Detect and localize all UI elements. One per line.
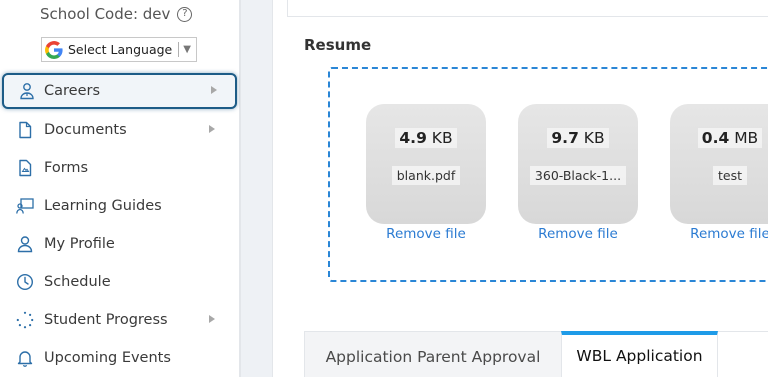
bell-icon bbox=[17, 351, 33, 367]
file-preview: 0.4 MB test Remove file bbox=[670, 104, 768, 242]
remove-file-link[interactable]: Remove file bbox=[670, 226, 768, 242]
sidebar-item-label: Forms bbox=[44, 160, 89, 176]
document-icon bbox=[19, 121, 32, 139]
file-thumbnail: 4.9 KB blank.pdf bbox=[366, 104, 486, 224]
file-size: 4.9 KB bbox=[395, 128, 457, 148]
sidebar-item-documents[interactable]: Documents bbox=[0, 112, 238, 148]
tab-wbl-application[interactable]: WBL Application bbox=[561, 331, 718, 377]
school-code-text: School Code: dev bbox=[40, 5, 171, 23]
help-icon[interactable]: ? bbox=[177, 6, 193, 22]
main-content: Resume 4.9 KB blank.pdf Remove file 9.7 … bbox=[272, 0, 768, 377]
clock-icon bbox=[16, 273, 34, 291]
sidebar-item-student-progress[interactable]: Student Progress bbox=[0, 302, 238, 338]
file-preview: 9.7 KB 360-Black-1... Remove file bbox=[518, 104, 638, 242]
sidebar-item-label: Upcoming Events bbox=[44, 350, 171, 366]
user-icon bbox=[17, 236, 33, 253]
file-name: blank.pdf bbox=[391, 166, 461, 185]
remove-file-link[interactable]: Remove file bbox=[366, 226, 486, 242]
tab-application-parent-approval[interactable]: Application Parent Approval bbox=[304, 332, 561, 377]
sidebar-item-my-profile[interactable]: My Profile bbox=[0, 226, 238, 262]
teacher-board-icon bbox=[16, 198, 34, 214]
file-preview: 4.9 KB blank.pdf Remove file bbox=[366, 104, 486, 242]
dropdown-arrow-icon: ▼ bbox=[183, 44, 191, 55]
career-person-icon bbox=[20, 83, 34, 100]
sidebar-item-label: Student Progress bbox=[44, 312, 168, 328]
sidebar-item-forms[interactable]: Forms bbox=[0, 150, 238, 186]
sidebar-item-schedule[interactable]: Schedule bbox=[0, 264, 238, 300]
remove-file-link[interactable]: Remove file bbox=[518, 226, 638, 242]
file-size: 9.7 KB bbox=[547, 128, 609, 148]
sidebar-item-label: Schedule bbox=[44, 274, 111, 290]
form-icon bbox=[19, 159, 32, 177]
file-thumbnail: 0.4 MB test bbox=[670, 104, 768, 224]
chevron-right-icon bbox=[211, 86, 217, 94]
chevron-right-icon bbox=[209, 315, 215, 323]
google-icon bbox=[45, 40, 63, 59]
sidebar-item-label: Learning Guides bbox=[44, 198, 162, 214]
previous-section-card bbox=[287, 0, 768, 17]
file-thumbnail: 9.7 KB 360-Black-1... bbox=[518, 104, 638, 224]
file-name: test bbox=[712, 166, 747, 185]
resume-title: Resume bbox=[304, 36, 372, 54]
language-label: Select Language bbox=[68, 42, 173, 57]
sidebar-item-upcoming-events[interactable]: Upcoming Events bbox=[0, 340, 238, 376]
language-select[interactable]: Select Language ▼ bbox=[41, 37, 197, 62]
file-size: 0.4 MB bbox=[697, 128, 763, 148]
divider bbox=[178, 42, 180, 57]
progress-spinner-icon bbox=[16, 311, 34, 329]
chevron-right-icon bbox=[209, 125, 215, 133]
sidebar-item-label: My Profile bbox=[44, 236, 115, 252]
sidebar-item-careers[interactable]: Careers bbox=[2, 73, 237, 109]
sidebar-item-learning-guides[interactable]: Learning Guides bbox=[0, 188, 238, 224]
school-code: School Code: dev ? bbox=[40, 5, 193, 23]
content-gutter bbox=[240, 0, 272, 377]
file-name: 360-Black-1... bbox=[529, 166, 627, 185]
sidebar-item-label: Documents bbox=[44, 122, 127, 138]
sidebar-item-label: Careers bbox=[44, 83, 101, 99]
sidebar: School Code: dev ? Select Language ▼ Car… bbox=[0, 0, 240, 377]
application-tabs: Application Parent Approval WBL Applicat… bbox=[304, 331, 768, 377]
